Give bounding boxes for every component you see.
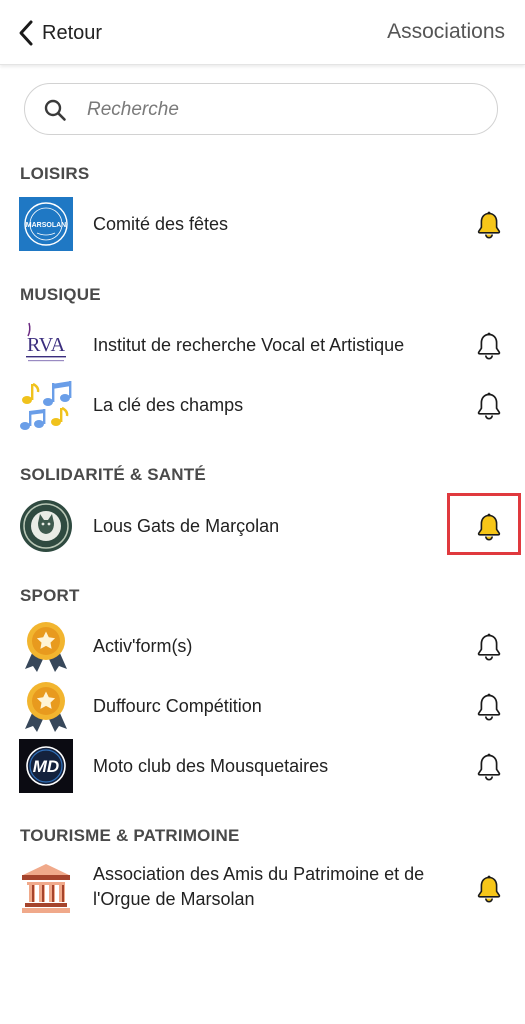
- svg-text:MD: MD: [33, 757, 59, 776]
- list-item-la-cle-des-champs[interactable]: La clé des champs: [0, 376, 525, 432]
- chevron-left-icon: [19, 20, 33, 46]
- search-bar[interactable]: [24, 83, 498, 135]
- section-title-loisirs: LOISIRS: [20, 164, 90, 183]
- list-item-moto-club[interactable]: MD Moto club des Mousquetaires: [0, 737, 525, 793]
- association-name: Comité des fêtes: [93, 214, 229, 234]
- bell-icon[interactable]: [474, 752, 504, 782]
- bell-icon-active[interactable]: [474, 210, 504, 240]
- search-icon: [44, 99, 66, 121]
- medal-icon: [19, 679, 73, 733]
- section-title-musique: MUSIQUE: [20, 285, 101, 304]
- association-name: Duffourc Compétition: [93, 696, 262, 716]
- rva-logo: RVA: [19, 318, 73, 372]
- list-item-comite-des-fetes[interactable]: MARSOLAN Comité des fêtes: [0, 195, 525, 251]
- highlight-box: [447, 493, 521, 555]
- monument-icon: [22, 864, 70, 913]
- association-name: Moto club des Mousquetaires: [93, 756, 329, 776]
- list-item-activforms[interactable]: Activ'form(s): [0, 617, 525, 673]
- bell-icon[interactable]: [474, 692, 504, 722]
- bell-icon[interactable]: [474, 632, 504, 662]
- cat-seal-logo: [20, 500, 72, 552]
- association-name: Institut de recherche Vocal et Artistiqu…: [93, 335, 405, 355]
- association-name: Activ'form(s): [93, 636, 193, 656]
- section-title-sport: SPORT: [20, 586, 80, 605]
- search-input[interactable]: [85, 94, 489, 126]
- md-moto-club-logo: MD: [19, 739, 73, 793]
- back-label: Retour: [42, 21, 103, 44]
- list-item-rva[interactable]: RVA Institut de recherche Vocal et Artis…: [0, 316, 525, 372]
- association-name: Association des Amis du Patrimoine et de…: [93, 864, 425, 909]
- medal-icon: [19, 619, 73, 673]
- svg-text:RVA: RVA: [27, 334, 66, 356]
- association-name: Lous Gats de Marçolan: [93, 516, 280, 536]
- list-item-duffourc-competition[interactable]: Duffourc Compétition: [0, 677, 525, 733]
- bell-icon-active[interactable]: [474, 874, 504, 904]
- bell-icon[interactable]: [474, 391, 504, 421]
- page-title: Associations: [387, 20, 505, 43]
- top-bar: Retour Associations: [0, 0, 525, 65]
- association-name: La clé des champs: [93, 395, 244, 415]
- music-notes-logo: [20, 381, 72, 430]
- marsolan-seal-logo: MARSOLAN: [19, 197, 73, 251]
- back-button[interactable]: Retour: [16, 18, 102, 48]
- bell-icon[interactable]: [474, 331, 504, 361]
- section-title-solidarite-sante: SOLIDARITÉ & SANTÉ: [20, 465, 206, 484]
- section-title-tourisme-patrimoine: TOURISME & PATRIMOINE: [20, 826, 240, 845]
- list-item-amis-du-patrimoine[interactable]: Association des Amis du Patrimoine et de…: [0, 859, 525, 915]
- svg-text:MARSOLAN: MARSOLAN: [26, 222, 66, 229]
